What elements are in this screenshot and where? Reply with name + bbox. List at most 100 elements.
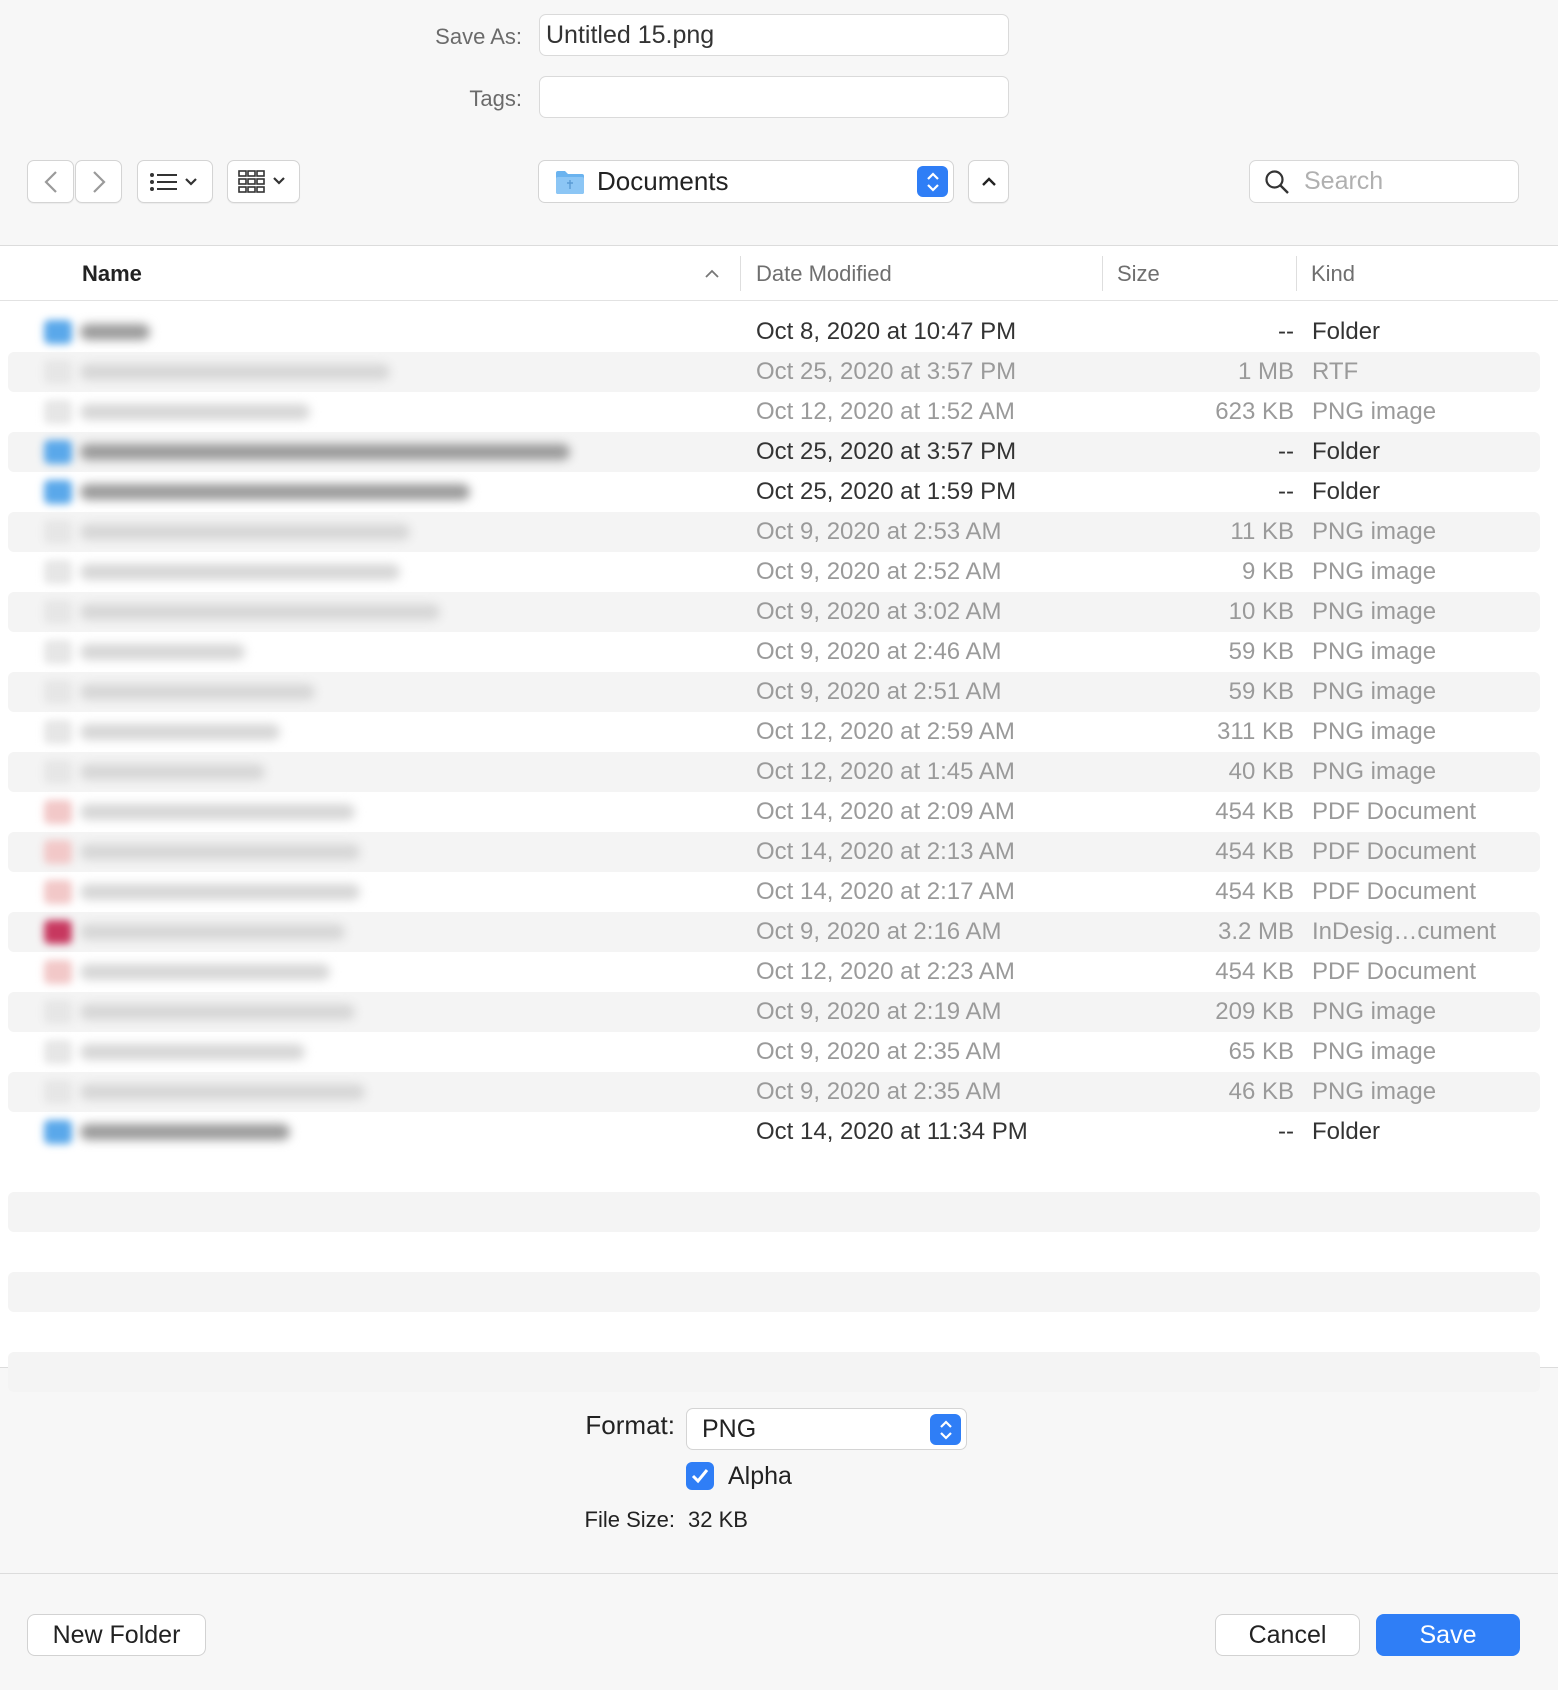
empty-row (8, 1352, 1540, 1392)
row-name-cell (8, 832, 733, 872)
save-as-field[interactable]: Untitled 15.png (539, 14, 1009, 56)
file-icon (44, 600, 72, 624)
folder-icon (44, 320, 72, 344)
row-date: Oct 9, 2020 at 2:52 AM (756, 558, 1002, 585)
table-row[interactable]: Oct 25, 2020 at 3:57 PM -- Folder (8, 432, 1540, 472)
location-label: Documents (597, 166, 729, 196)
table-row[interactable]: Oct 25, 2020 at 1:59 PM -- Folder (8, 472, 1540, 512)
table-row[interactable]: Oct 12, 2020 at 2:59 AM 311 KB PNG image (8, 712, 1540, 752)
table-row[interactable]: Oct 14, 2020 at 2:13 AM 454 KB PDF Documen… (8, 832, 1540, 872)
file-icon (44, 840, 72, 864)
row-date: Oct 12, 2020 at 1:45 AM (756, 758, 1015, 785)
table-row[interactable]: Oct 12, 2020 at 1:45 AM 40 KB PNG image (8, 752, 1540, 792)
file-icon (44, 640, 72, 664)
row-name-cell (8, 672, 733, 712)
blurred-file-name (80, 564, 400, 580)
row-name-cell (8, 592, 733, 632)
table-row[interactable]: Oct 9, 2020 at 2:35 AM 46 KB PNG image (8, 1072, 1540, 1112)
row-name-cell (8, 1112, 733, 1152)
empty-row (8, 1272, 1540, 1312)
file-icon (44, 680, 72, 704)
format-popup[interactable]: PNG (686, 1408, 967, 1450)
file-size-value: 32 KB (688, 1507, 748, 1532)
row-kind: PNG image (1312, 998, 1437, 1025)
column-size[interactable]: Size (1117, 246, 1160, 301)
row-kind: Folder (1312, 318, 1381, 345)
row-date: Oct 14, 2020 at 2:17 AM (756, 878, 1015, 905)
file-icon (44, 880, 72, 904)
table-row[interactable]: Oct 9, 2020 at 2:46 AM 59 KB PNG image (8, 632, 1540, 672)
row-size: 59 KB (1228, 678, 1294, 705)
folder-icon (44, 480, 72, 504)
row-name-cell (8, 392, 733, 432)
file-icon (44, 760, 72, 784)
row-size: 1 MB (1237, 358, 1294, 385)
collapse-button[interactable] (968, 160, 1009, 203)
row-date: Oct 9, 2020 at 2:19 AM (756, 998, 1002, 1025)
row-size: 209 KB (1215, 998, 1294, 1025)
column-name[interactable]: Name (82, 246, 142, 301)
row-date: Oct 12, 2020 at 2:59 AM (756, 718, 1015, 745)
location-popup[interactable]: Documents (538, 160, 954, 203)
row-size: 454 KB (1215, 798, 1294, 825)
chevron-right-icon (92, 170, 106, 193)
list-view-button[interactable] (137, 160, 213, 203)
row-kind: PDF Document (1312, 958, 1477, 985)
blurred-file-name (80, 324, 150, 340)
blurred-file-name (80, 1124, 290, 1140)
column-date-modified[interactable]: Date Modified (756, 246, 892, 301)
alpha-label[interactable]: Alpha (728, 1462, 792, 1490)
file-icon (44, 720, 72, 744)
row-size: 10 KB (1228, 598, 1294, 625)
row-name-cell (8, 512, 733, 552)
row-kind: PNG image (1312, 758, 1437, 785)
blurred-file-name (80, 724, 280, 740)
table-row[interactable]: Oct 14, 2020 at 2:09 AM 454 KB PDF Documen… (8, 792, 1540, 832)
row-name-cell (8, 1072, 733, 1112)
table-row[interactable]: Oct 9, 2020 at 2:16 AM 3.2 MB InDesig…cume… (8, 912, 1540, 952)
table-row[interactable]: Oct 14, 2020 at 11:34 PM -- Folder (8, 1112, 1540, 1152)
table-row[interactable]: Oct 9, 2020 at 2:51 AM 59 KB PNG image (8, 672, 1540, 712)
table-row[interactable]: Oct 9, 2020 at 3:02 AM 10 KB PNG image (8, 592, 1540, 632)
blurred-file-name (80, 804, 355, 820)
cancel-button[interactable]: Cancel (1215, 1614, 1360, 1656)
column-kind[interactable]: Kind (1311, 246, 1355, 301)
back-button[interactable] (27, 160, 74, 203)
alpha-checkbox[interactable] (686, 1462, 714, 1490)
row-name-cell (8, 632, 733, 672)
row-kind: PDF Document (1312, 838, 1477, 865)
table-row[interactable]: Oct 8, 2020 at 10:47 PM -- Folder (8, 312, 1540, 352)
row-size: 311 KB (1217, 718, 1294, 745)
table-row[interactable]: Oct 9, 2020 at 2:53 AM 11 KB PNG image (8, 512, 1540, 552)
row-kind: Folder (1312, 1118, 1381, 1145)
table-row[interactable]: Oct 9, 2020 at 2:19 AM 209 KB PNG image (8, 992, 1540, 1032)
blurred-file-name (80, 764, 265, 780)
table-row[interactable]: Oct 25, 2020 at 3:57 PM 1 MB RTF (8, 352, 1540, 392)
forward-button[interactable] (75, 160, 122, 203)
row-size: 65 KB (1228, 1038, 1294, 1065)
table-row[interactable]: Oct 14, 2020 at 2:17 AM 454 KB PDF Documen… (8, 872, 1540, 912)
table-row[interactable]: Oct 9, 2020 at 2:52 AM 9 KB PNG image (8, 552, 1540, 592)
row-kind: PNG image (1312, 718, 1437, 745)
file-size-label: File Size: (584, 1507, 675, 1532)
blurred-file-name (80, 884, 360, 900)
table-row[interactable]: Oct 12, 2020 at 2:23 AM 454 KB PDF Documen… (8, 952, 1540, 992)
save-button[interactable]: Save (1376, 1614, 1520, 1656)
blurred-file-name (80, 684, 315, 700)
tags-field[interactable] (539, 76, 1009, 118)
search-box[interactable] (1249, 160, 1519, 203)
new-folder-button[interactable]: New Folder (27, 1614, 206, 1656)
column-separator (1296, 256, 1297, 291)
table-row[interactable]: Oct 12, 2020 at 1:52 AM 623 KB PNG image (8, 392, 1540, 432)
row-name-cell (8, 352, 733, 392)
tags-label: Tags: (469, 86, 522, 111)
table-row[interactable]: Oct 9, 2020 at 2:35 AM 65 KB PNG image (8, 1032, 1540, 1072)
blurred-file-name (80, 404, 310, 420)
blurred-file-name (80, 1004, 355, 1020)
row-size: 454 KB (1215, 958, 1294, 985)
row-name-cell (8, 1032, 733, 1072)
file-icon (44, 800, 72, 824)
search-input[interactable] (1304, 167, 1504, 196)
grid-view-button[interactable] (227, 160, 300, 203)
location-stepper (917, 166, 948, 197)
